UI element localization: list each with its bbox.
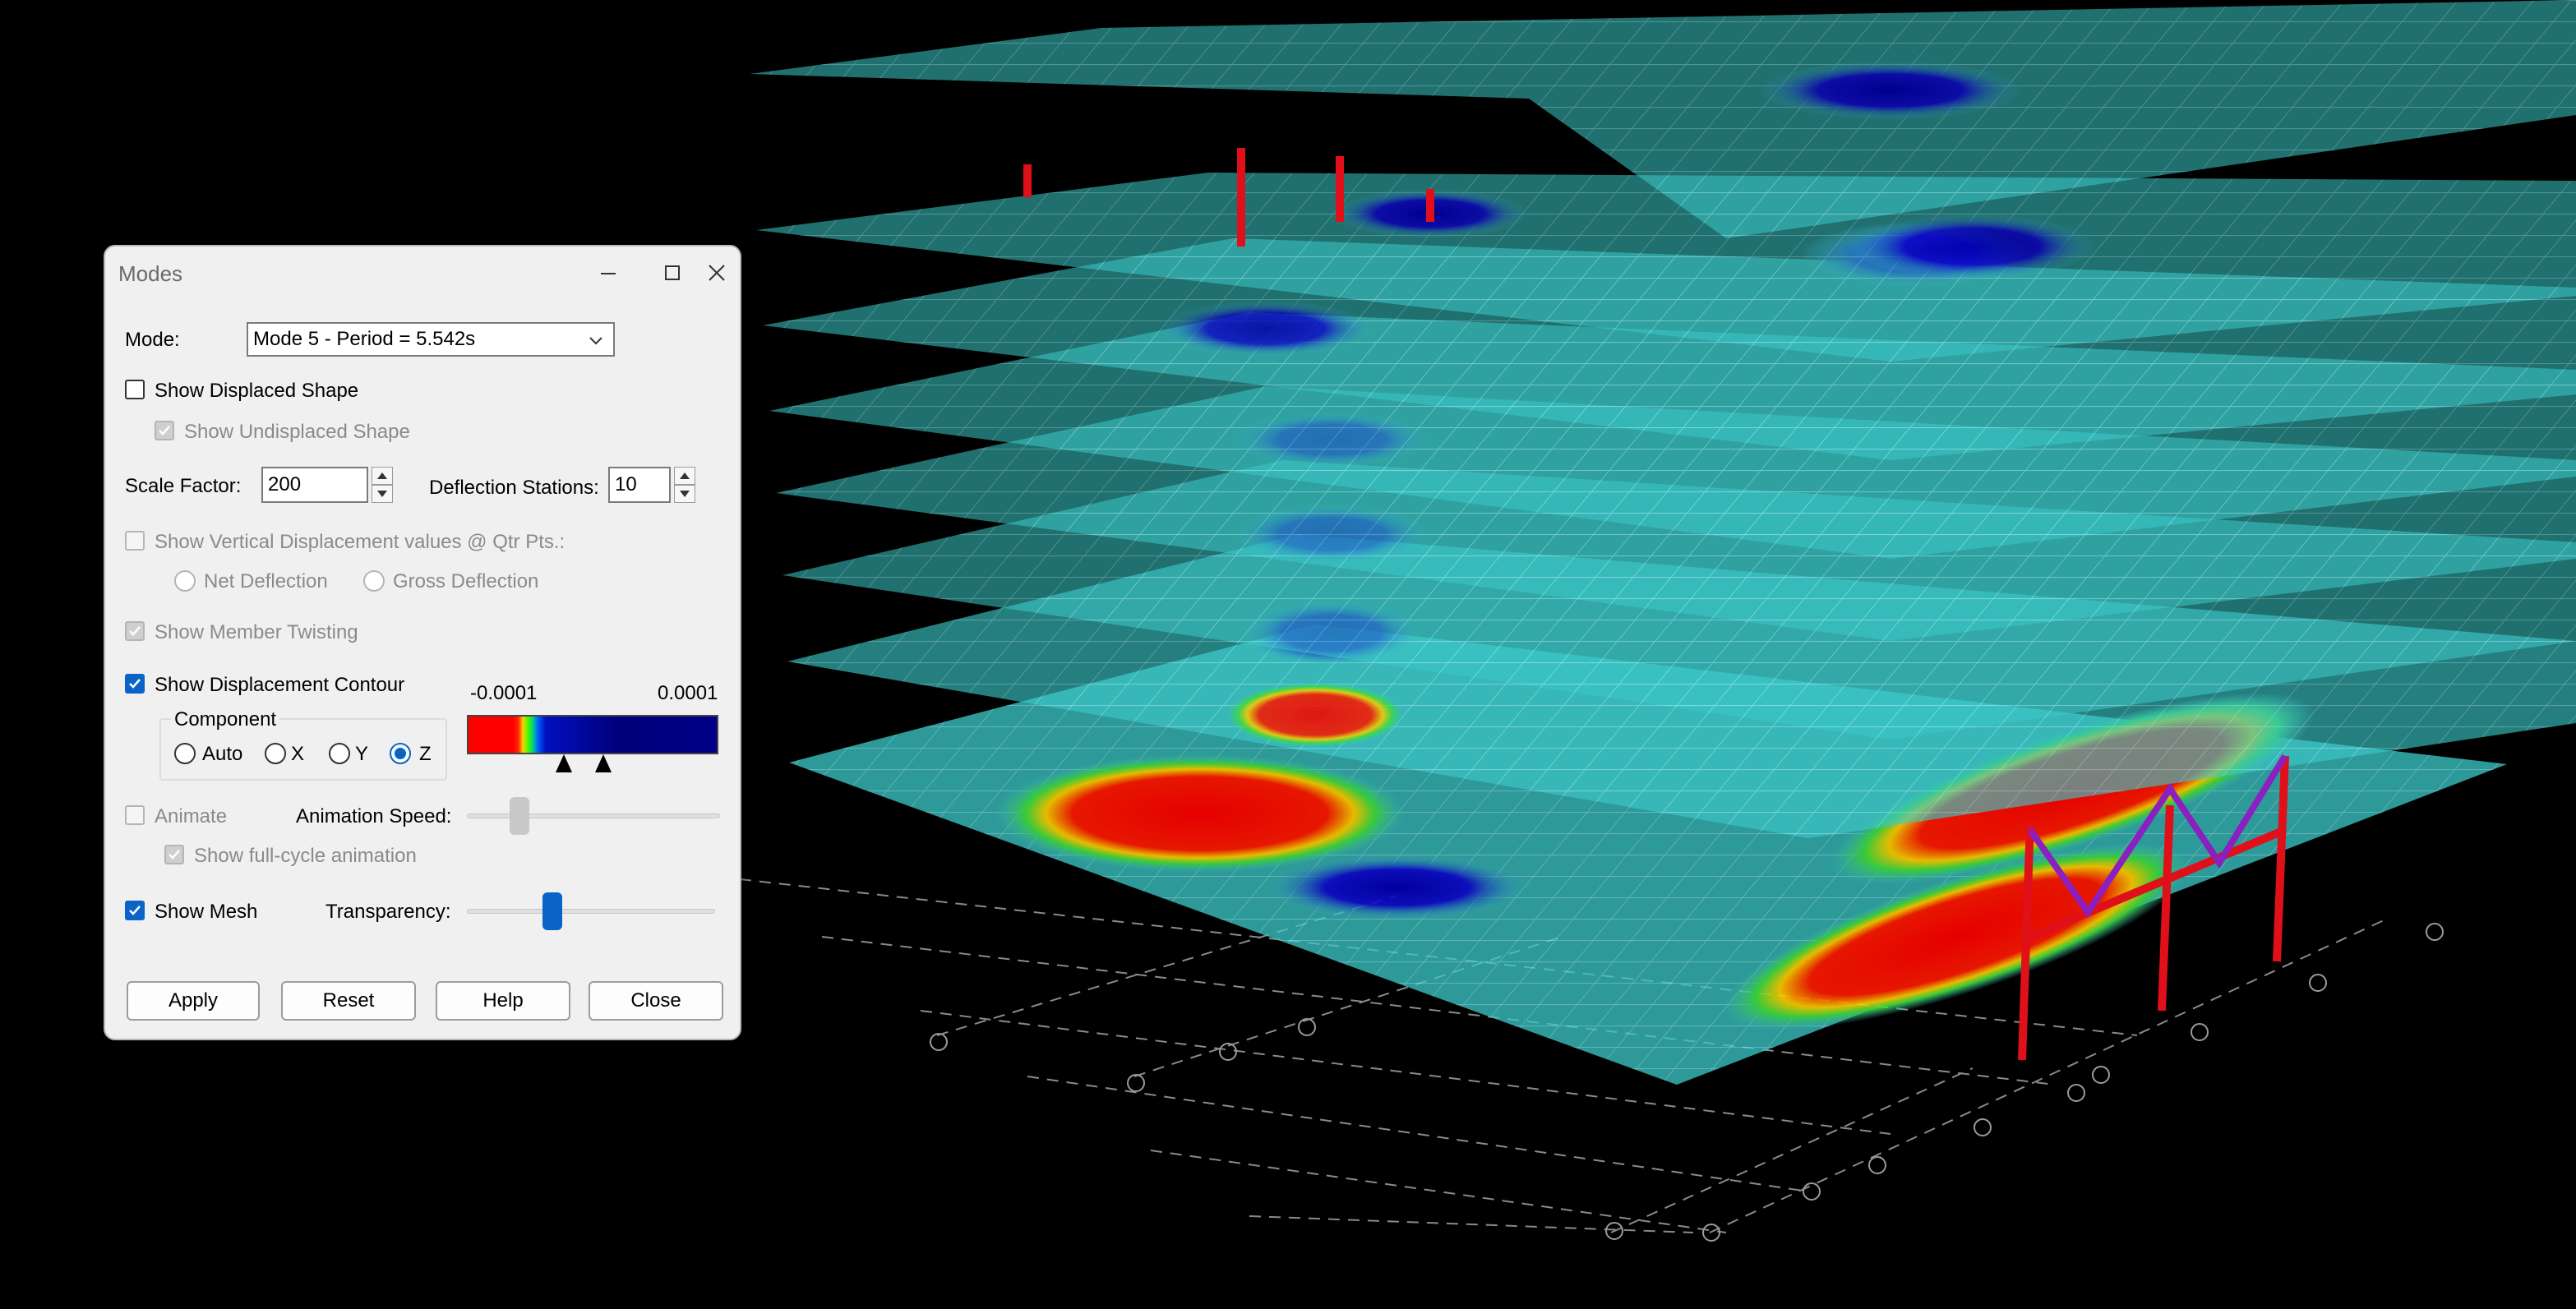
show-mesh-label: Show Mesh [155,901,258,923]
deflection-stations-label: Deflection Stations: [429,477,599,499]
modes-dialog: Modes Mode: Mode 5 - Period = 5.542s Sho… [104,245,741,1040]
component-z-label: Z [419,743,432,765]
show-vertical-displacement-checkbox[interactable] [125,531,145,551]
animation-speed-label: Animation Speed: [296,805,452,827]
transparency-thumb[interactable] [542,892,562,930]
dialog-title: Modes [118,261,183,286]
maximize-button[interactable] [651,253,694,293]
check-icon [159,426,170,436]
animate-label: Animate [155,805,228,827]
chevron-down-icon [589,337,602,345]
triangle-down-icon [680,491,690,497]
show-full-cycle-checkbox[interactable] [164,845,184,864]
show-mesh-checkbox[interactable] [125,901,145,920]
contour-color-bar [467,715,718,754]
scale-factor-label: Scale Factor: [125,475,242,497]
show-displaced-shape-checkbox[interactable] [125,380,145,399]
component-group-label: Component [171,708,280,731]
maximize-icon [665,265,680,280]
show-displacement-contour-label: Show Displacement Contour [155,674,405,696]
animate-checkbox[interactable] [125,805,145,825]
close-button[interactable]: Close [589,981,723,1021]
show-undisplaced-shape-label: Show Undisplaced Shape [184,421,410,443]
contour-min-label: -0.0001 [470,682,538,704]
component-z-radio[interactable] [390,743,411,764]
show-member-twisting-label: Show Member Twisting [155,621,358,643]
check-icon [129,906,141,915]
deflection-stations-down[interactable] [674,485,695,503]
mode-label: Mode: [125,329,180,351]
minimize-icon [601,273,616,274]
title-bar[interactable]: Modes [105,247,740,301]
mode-select[interactable]: Mode 5 - Period = 5.542s [247,322,615,357]
animation-speed-thumb[interactable] [510,797,529,835]
contour-range-handle-left[interactable] [556,754,572,772]
transparency-label: Transparency: [325,901,451,923]
gross-deflection-radio[interactable] [363,570,385,592]
transparency-track[interactable] [467,909,715,914]
gross-deflection-label: Gross Deflection [393,570,539,592]
scale-factor-down[interactable] [372,485,393,503]
contour-max-label: 0.0001 [658,682,718,704]
show-undisplaced-shape-checkbox[interactable] [155,421,174,440]
apply-button[interactable]: Apply [127,981,260,1021]
show-displaced-shape-label: Show Displaced Shape [155,380,359,402]
minimize-button[interactable] [587,253,630,293]
triangle-down-icon [377,491,387,497]
animation-speed-track[interactable] [467,814,720,818]
component-auto-radio[interactable] [174,743,196,764]
scale-factor-input[interactable]: 200 [261,467,368,503]
close-window-button[interactable] [695,253,738,293]
component-y-label: Y [355,743,369,765]
component-x-radio[interactable] [265,743,286,764]
component-y-radio[interactable] [329,743,350,764]
check-icon [169,850,180,860]
show-vertical-displacement-label: Show Vertical Displacement values @ Qtr … [155,531,566,553]
contour-range-handle-right[interactable] [595,754,612,772]
triangle-up-icon [680,472,690,479]
triangle-up-icon [377,472,387,479]
net-deflection-label: Net Deflection [204,570,328,592]
net-deflection-radio[interactable] [174,570,196,592]
check-icon [129,626,141,636]
close-icon [709,265,725,281]
scale-factor-up[interactable] [372,467,393,485]
component-x-label: X [291,743,305,765]
show-full-cycle-label: Show full-cycle animation [194,845,417,867]
component-auto-label: Auto [202,743,243,765]
reset-button[interactable]: Reset [281,981,416,1021]
deflection-stations-input[interactable]: 10 [608,467,671,503]
check-icon [129,679,141,689]
help-button[interactable]: Help [436,981,570,1021]
show-displacement-contour-checkbox[interactable] [125,674,145,694]
deflection-stations-up[interactable] [674,467,695,485]
show-member-twisting-checkbox[interactable] [125,621,145,641]
mode-select-value: Mode 5 - Period = 5.542s [253,328,476,350]
